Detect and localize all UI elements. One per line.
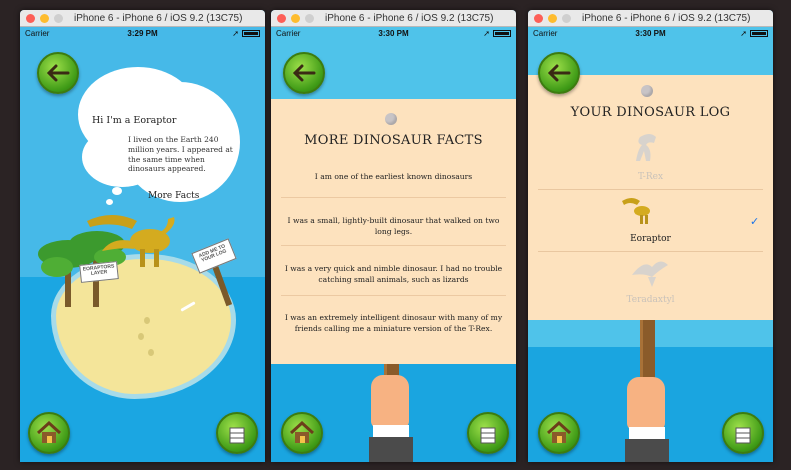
back-arrow-icon bbox=[46, 64, 70, 82]
more-facts-link[interactable]: More Facts bbox=[148, 191, 199, 201]
status-bar: Carrier ︎ 3:29 PM ➚ bbox=[20, 27, 265, 40]
divider bbox=[538, 189, 763, 190]
window-title: iPhone 6 - iPhone 6 / iOS 9.2 (13C75) bbox=[325, 12, 494, 24]
window-titlebar: iPhone 6 - iPhone 6 / iOS 9.2 (13C75) bbox=[528, 10, 773, 27]
back-arrow-icon bbox=[547, 64, 571, 82]
eoraptor-icon bbox=[622, 198, 650, 224]
back-button[interactable] bbox=[37, 52, 79, 94]
zoom-window-button[interactable] bbox=[562, 13, 571, 23]
t-rex-icon bbox=[636, 134, 656, 161]
log-book-icon bbox=[735, 427, 751, 444]
close-window-button[interactable] bbox=[534, 13, 543, 23]
log-item-label: Eoraptor bbox=[630, 234, 671, 244]
back-button[interactable] bbox=[283, 52, 325, 94]
close-window-button[interactable] bbox=[26, 13, 35, 23]
app-screen-dinosaur-log: YOUR DINOSAUR LOG T-Rex Eoraptor ✓ Terad… bbox=[528, 27, 773, 462]
battery-icon bbox=[493, 30, 511, 37]
divider bbox=[281, 197, 506, 198]
status-bar: Carrier 3:30 PM ➚ bbox=[528, 27, 773, 40]
home-icon bbox=[546, 421, 572, 443]
battery-icon bbox=[750, 30, 768, 37]
home-button[interactable] bbox=[538, 412, 580, 454]
log-book-icon bbox=[480, 427, 496, 444]
pterodactyl-icon bbox=[632, 261, 668, 287]
home-icon bbox=[36, 421, 62, 443]
window-title: iPhone 6 - iPhone 6 / iOS 9.2 (13C75) bbox=[582, 12, 751, 24]
zoom-window-button[interactable] bbox=[54, 13, 63, 23]
home-icon bbox=[289, 421, 315, 443]
close-window-button[interactable] bbox=[277, 13, 286, 23]
facts-heading: MORE DINOSAUR FACTS bbox=[304, 133, 483, 148]
status-time: 3:29 PM bbox=[127, 29, 158, 38]
home-button[interactable] bbox=[28, 412, 70, 454]
log-button[interactable] bbox=[216, 412, 258, 454]
log-item-label: T-Rex bbox=[637, 172, 664, 182]
fact-item: I was a small, lightly-built dinosaur th… bbox=[287, 216, 500, 236]
simulator-window-1: iPhone 6 - iPhone 6 / iOS 9.2 (13C75) Ca… bbox=[20, 10, 265, 462]
dinosaur-greeting: Hi I'm a Eoraptor bbox=[92, 115, 177, 126]
simulator-window-3: iPhone 6 - iPhone 6 / iOS 9.2 (13C75) Ca… bbox=[528, 10, 773, 462]
dinosaur-intro-text: I lived on the Earth 240 million years. … bbox=[128, 135, 233, 174]
status-bar: Carrier 3:30 PM ➚ bbox=[271, 27, 516, 40]
checkmark-icon: ✓ bbox=[750, 215, 760, 228]
window-titlebar: iPhone 6 - iPhone 6 / iOS 9.2 (13C75) bbox=[271, 10, 516, 27]
zoom-window-button[interactable] bbox=[305, 13, 314, 23]
simulator-window-2: iPhone 6 - iPhone 6 / iOS 9.2 (13C75) Ca… bbox=[271, 10, 516, 462]
pin-icon bbox=[385, 113, 397, 125]
minimize-window-button[interactable] bbox=[548, 13, 557, 23]
log-book-icon bbox=[229, 427, 245, 444]
app-screen-dinosaur-island: Hi I'm a Eoraptor I lived on the Earth 2… bbox=[20, 27, 265, 462]
status-time: 3:30 PM bbox=[378, 29, 409, 38]
divider bbox=[538, 251, 763, 252]
back-arrow-icon bbox=[292, 64, 316, 82]
log-heading: YOUR DINOSAUR LOG bbox=[570, 105, 731, 120]
fact-item: I was an extremely intelligent dinosaur … bbox=[284, 313, 503, 333]
log-item-label: Teradaxtyl bbox=[626, 295, 675, 305]
minimize-window-button[interactable] bbox=[40, 13, 49, 23]
pin-icon bbox=[641, 85, 653, 97]
back-button[interactable] bbox=[538, 52, 580, 94]
fact-item: I was a very quick and nimble dinosaur. … bbox=[284, 264, 503, 284]
window-titlebar: iPhone 6 - iPhone 6 / iOS 9.2 (13C75) bbox=[20, 10, 265, 27]
battery-icon bbox=[242, 30, 260, 37]
log-button[interactable] bbox=[467, 412, 509, 454]
minimize-window-button[interactable] bbox=[291, 13, 300, 23]
divider bbox=[281, 295, 506, 296]
log-button[interactable] bbox=[722, 412, 764, 454]
window-title: iPhone 6 - iPhone 6 / iOS 9.2 (13C75) bbox=[74, 12, 243, 24]
home-button[interactable] bbox=[281, 412, 323, 454]
app-screen-dinosaur-facts: MORE DINOSAUR FACTS I am one of the earl… bbox=[271, 27, 516, 462]
divider bbox=[281, 245, 506, 246]
eoraptor-illustration bbox=[87, 215, 175, 267]
status-time: 3:30 PM bbox=[635, 29, 666, 38]
fact-item: I am one of the earliest known dinosaurs bbox=[314, 172, 473, 181]
